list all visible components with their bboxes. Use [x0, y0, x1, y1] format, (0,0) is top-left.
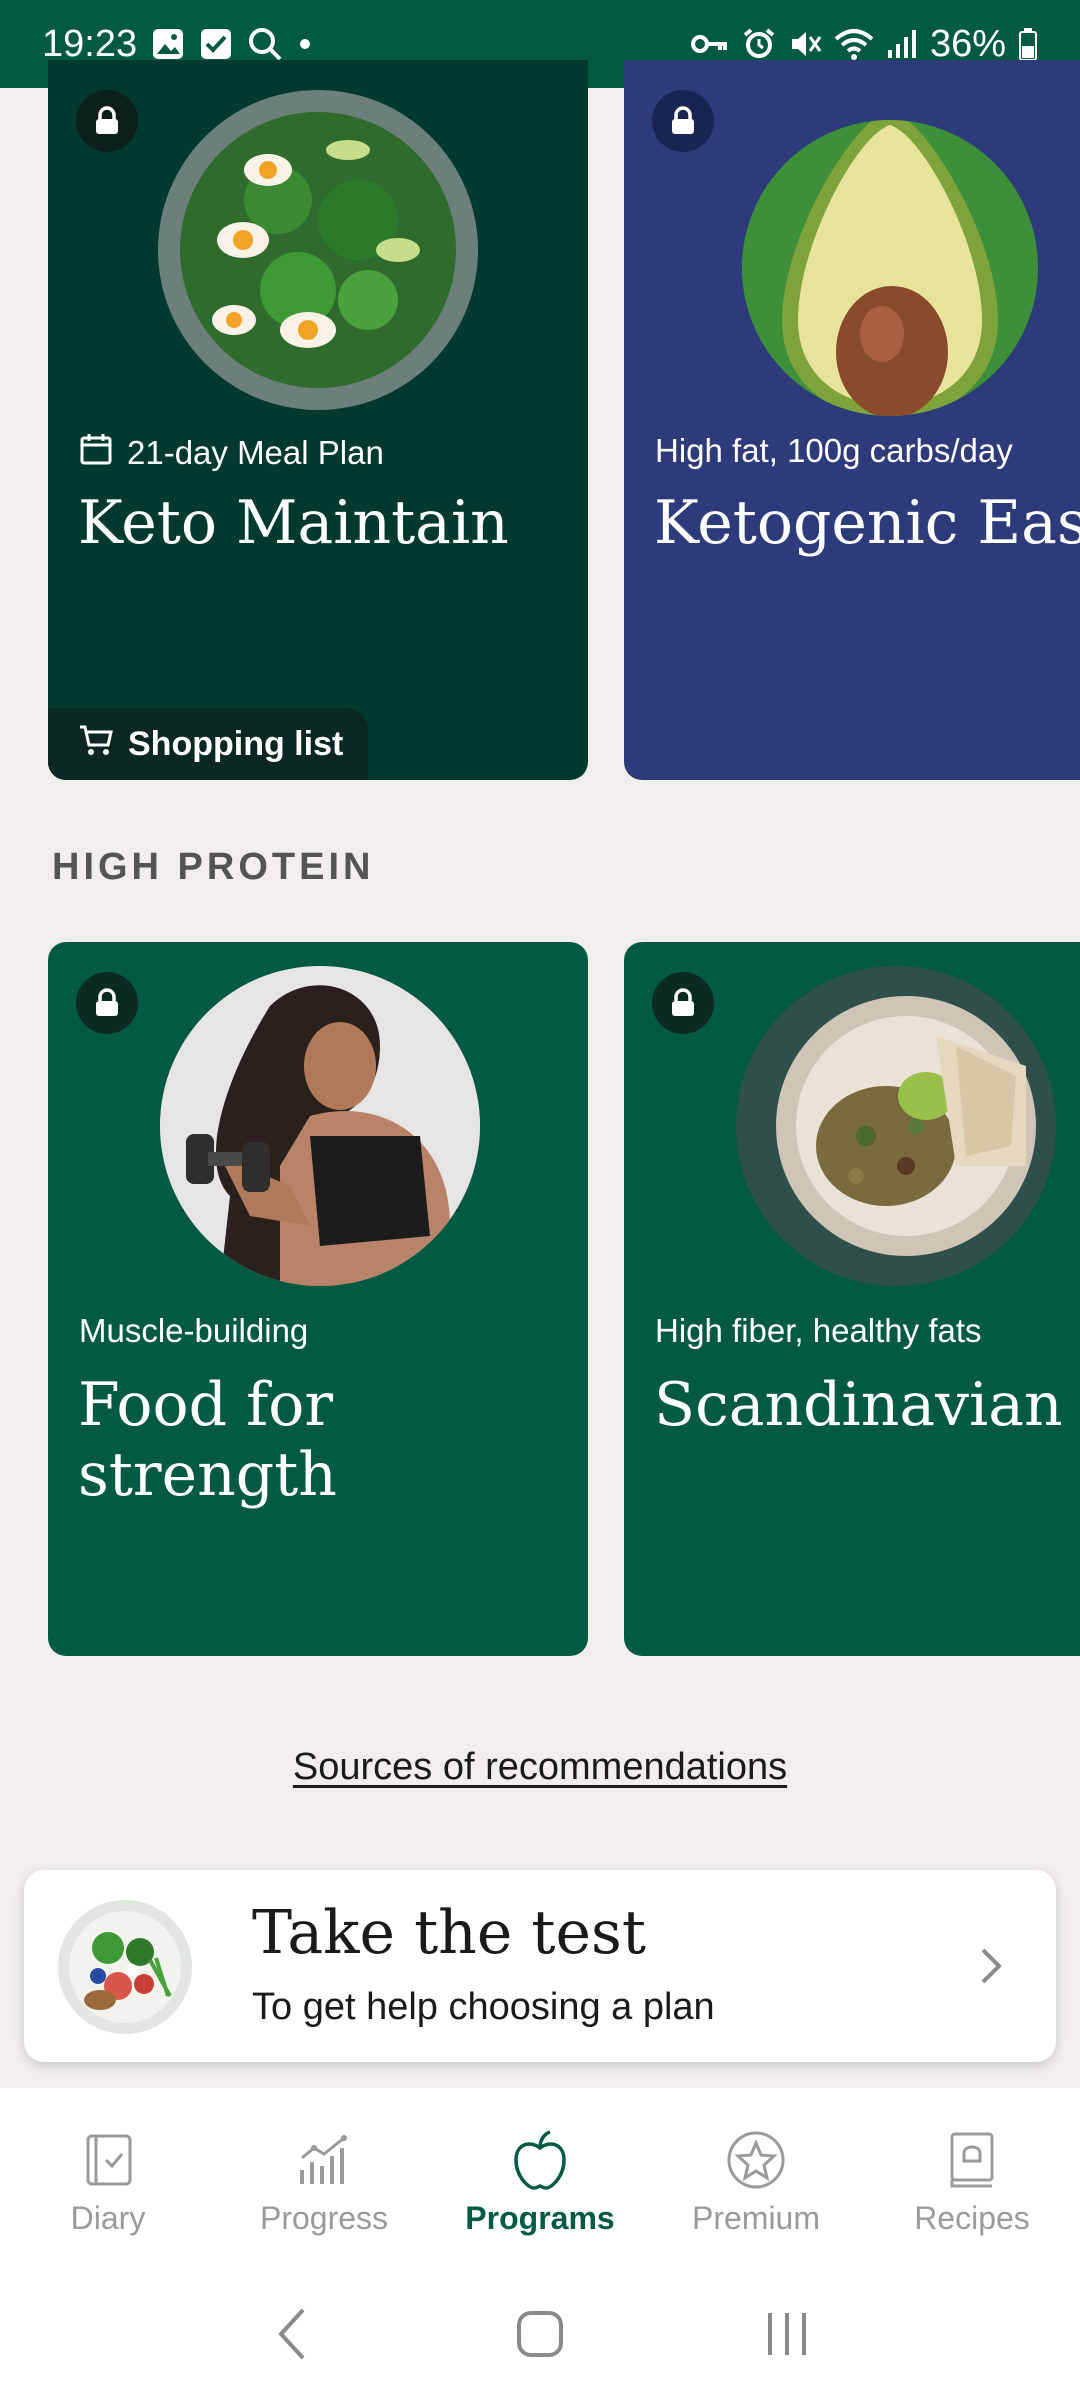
lock-icon — [652, 972, 714, 1034]
grain-bowl-image — [736, 966, 1056, 1286]
card-title: Ketogenic Easy — [654, 488, 1080, 558]
shopping-list-label: Shopping list — [128, 724, 344, 763]
battery-icon — [1018, 27, 1038, 61]
mute-icon — [788, 27, 822, 61]
bottom-navigation: Diary Progress Programs Premium Recipes — [0, 2088, 1080, 2268]
cart-icon — [78, 723, 114, 766]
nav-label: Progress — [259, 2200, 389, 2236]
dot-icon — [297, 36, 313, 52]
card-subtitle-text: 21-day Meal Plan — [127, 434, 384, 471]
nav-item-programs[interactable]: Programs — [432, 2088, 648, 2268]
lock-icon — [652, 90, 714, 152]
book-icon — [942, 2130, 1002, 2190]
alarm-icon — [742, 27, 776, 61]
program-card-scandinavian[interactable]: High fiber, healthy fats Scandinavian — [624, 942, 1080, 1656]
progress-icon — [294, 2130, 354, 2190]
nav-item-progress[interactable]: Progress — [216, 2088, 432, 2268]
program-card-ketogenic-easy[interactable]: High fat, 100g carbs/day Ketogenic Easy — [624, 60, 1080, 780]
take-test-subtitle: To get help choosing a plan — [252, 1986, 715, 2028]
program-card-keto-maintain[interactable]: 21-day Meal Plan Keto Maintain Shopping … — [48, 60, 588, 780]
lock-icon — [76, 972, 138, 1034]
signal-icon — [886, 28, 918, 60]
nav-item-diary[interactable]: Diary — [0, 2088, 216, 2268]
card-title: Food for strength — [78, 1370, 337, 1510]
nav-label: Recipes — [914, 2200, 1030, 2236]
card-title: Keto Maintain — [78, 488, 509, 558]
sources-link[interactable]: Sources of recommendations — [293, 1746, 787, 1788]
back-icon[interactable] — [253, 2294, 333, 2374]
wifi-icon — [834, 27, 874, 61]
take-test-title: Take the test — [252, 1898, 646, 1968]
apple-icon — [510, 2130, 570, 2190]
search-icon — [247, 26, 283, 62]
nav-label: Diary — [70, 2200, 146, 2236]
nav-label: Programs — [465, 2200, 615, 2236]
athlete-image — [160, 966, 480, 1286]
salad-bowl-image — [158, 90, 478, 410]
check-icon — [199, 27, 233, 61]
card-title: Scandinavian — [654, 1370, 1063, 1440]
vpn-key-icon — [690, 30, 730, 58]
avocado-image — [742, 120, 1038, 416]
gallery-icon — [151, 27, 185, 61]
card-subtitle: High fiber, healthy fats — [655, 1312, 982, 1349]
chevron-right-icon — [966, 1934, 1016, 1998]
section-heading-high-protein: HIGH PROTEIN — [52, 846, 375, 888]
take-test-card[interactable]: Take the test To get help choosing a pla… — [24, 1870, 1056, 2062]
salad-plate-image — [58, 1900, 192, 2034]
nav-item-recipes[interactable]: Recipes — [864, 2088, 1080, 2268]
nav-item-premium[interactable]: Premium — [648, 2088, 864, 2268]
recent-apps-icon[interactable] — [747, 2294, 827, 2374]
card-subtitle: Muscle-building — [79, 1312, 309, 1349]
nav-label: Premium — [691, 2200, 820, 2236]
diary-icon — [78, 2130, 138, 2190]
program-card-food-for-strength[interactable]: Muscle-building Food for strength — [48, 942, 588, 1656]
card-subtitle: High fat, 100g carbs/day — [655, 432, 1013, 469]
star-icon — [726, 2130, 786, 2190]
shopping-list-button[interactable]: Shopping list — [48, 708, 368, 780]
home-icon[interactable] — [500, 2294, 580, 2374]
system-navigation-bar — [0, 2268, 1080, 2400]
sources-container: Sources of recommendations — [0, 1746, 1080, 1789]
calendar-icon — [79, 432, 113, 474]
card-subtitle: 21-day Meal Plan — [79, 432, 384, 474]
lock-icon — [76, 90, 138, 152]
